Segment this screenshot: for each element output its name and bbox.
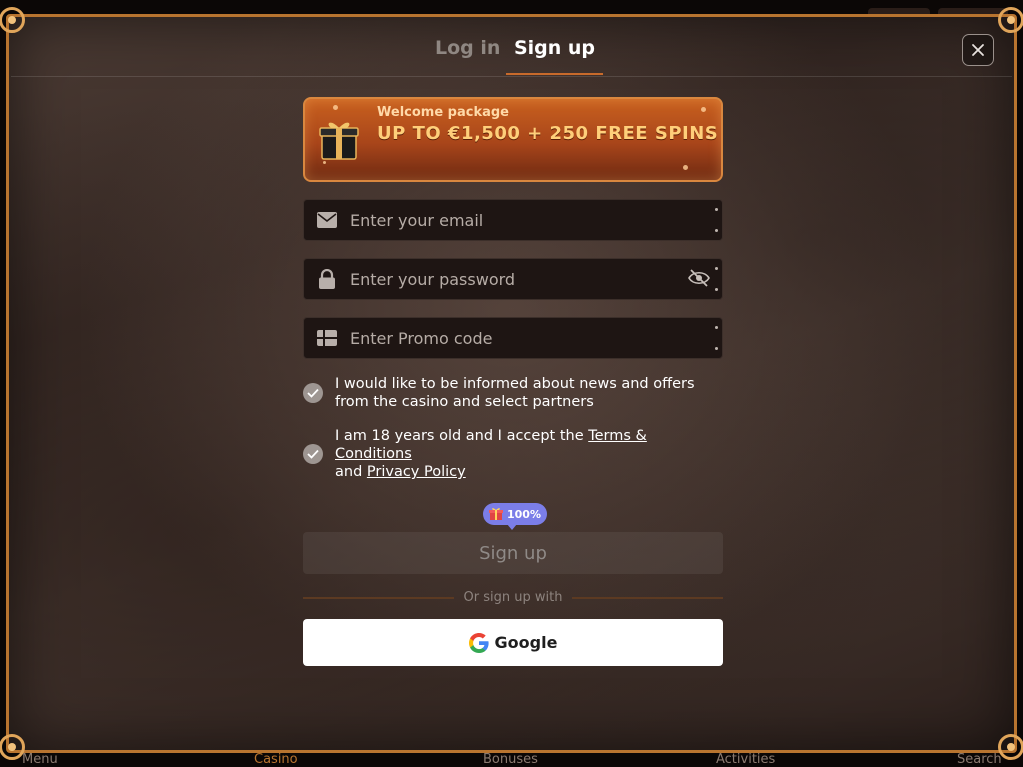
auth-tabs: Log in Sign up: [9, 37, 1014, 79]
gift-icon: [319, 122, 359, 160]
news-consent-row: I would like to be informed about news a…: [303, 375, 723, 411]
email-field: [303, 199, 723, 241]
badge-label: 100%: [507, 507, 541, 521]
close-button[interactable]: [962, 34, 994, 66]
signup-submit-button[interactable]: Sign up: [303, 532, 723, 574]
checkmark-icon: [307, 388, 319, 398]
nav-casino[interactable]: Casino: [254, 752, 298, 767]
corner-ornament: [0, 7, 25, 33]
welcome-promo-banner: Welcome package Up to €1,500 + 250 Free …: [303, 97, 723, 182]
corner-ornament: [998, 734, 1023, 760]
google-icon: [468, 632, 489, 653]
social-divider-label: Or sign up with: [463, 590, 563, 605]
ticket-icon: [304, 330, 350, 346]
tabs-divider: [11, 76, 1012, 77]
age-terms-label: I am 18 years old and I accept the Terms…: [335, 428, 647, 480]
tab-login[interactable]: Log in: [435, 37, 500, 73]
promo-offer: Up to €1,500 + 250 Free spins: [377, 123, 719, 144]
nav-activities[interactable]: Activities: [716, 752, 775, 767]
age-terms-checkbox[interactable]: [303, 444, 323, 464]
envelope-icon: [304, 212, 350, 228]
nav-menu[interactable]: Menu: [22, 752, 58, 767]
eye-slash-icon[interactable]: [688, 269, 710, 291]
email-input[interactable]: [350, 210, 722, 230]
field-scroll-indicator: [715, 326, 718, 350]
news-consent-label: I would like to be informed about news a…: [335, 376, 695, 410]
field-scroll-indicator: [715, 208, 718, 232]
corner-ornament: [998, 7, 1023, 33]
google-label: Google: [494, 633, 558, 652]
news-consent-checkbox[interactable]: [303, 383, 323, 403]
promo-code-input[interactable]: [350, 328, 722, 348]
tab-signup[interactable]: Sign up: [506, 37, 603, 75]
signup-form: Welcome package Up to €1,500 + 250 Free …: [303, 97, 724, 666]
nav-search[interactable]: Search: [957, 752, 1002, 767]
password-input[interactable]: [350, 269, 722, 289]
nav-bonuses[interactable]: Bonuses: [483, 752, 538, 767]
bonus-badge-wrap: 100%: [303, 503, 723, 533]
lock-icon: [304, 269, 350, 289]
privacy-link[interactable]: Privacy Policy: [367, 464, 466, 480]
google-signup-button[interactable]: Google: [303, 619, 723, 666]
checkmark-icon: [307, 449, 319, 459]
social-divider: Or sign up with: [303, 590, 724, 605]
corner-ornament: [0, 734, 25, 760]
close-icon: [972, 44, 984, 56]
field-scroll-indicator: [715, 267, 718, 291]
signup-modal: Log in Sign up Welcome package Up to €1,…: [0, 7, 1023, 760]
bonus-badge: 100%: [483, 503, 547, 530]
promo-code-field: [303, 317, 723, 359]
age-terms-row: I am 18 years old and I accept the Terms…: [303, 427, 723, 481]
password-field: [303, 258, 723, 300]
gift-icon: [489, 508, 503, 520]
promo-label: Welcome package: [377, 105, 509, 120]
